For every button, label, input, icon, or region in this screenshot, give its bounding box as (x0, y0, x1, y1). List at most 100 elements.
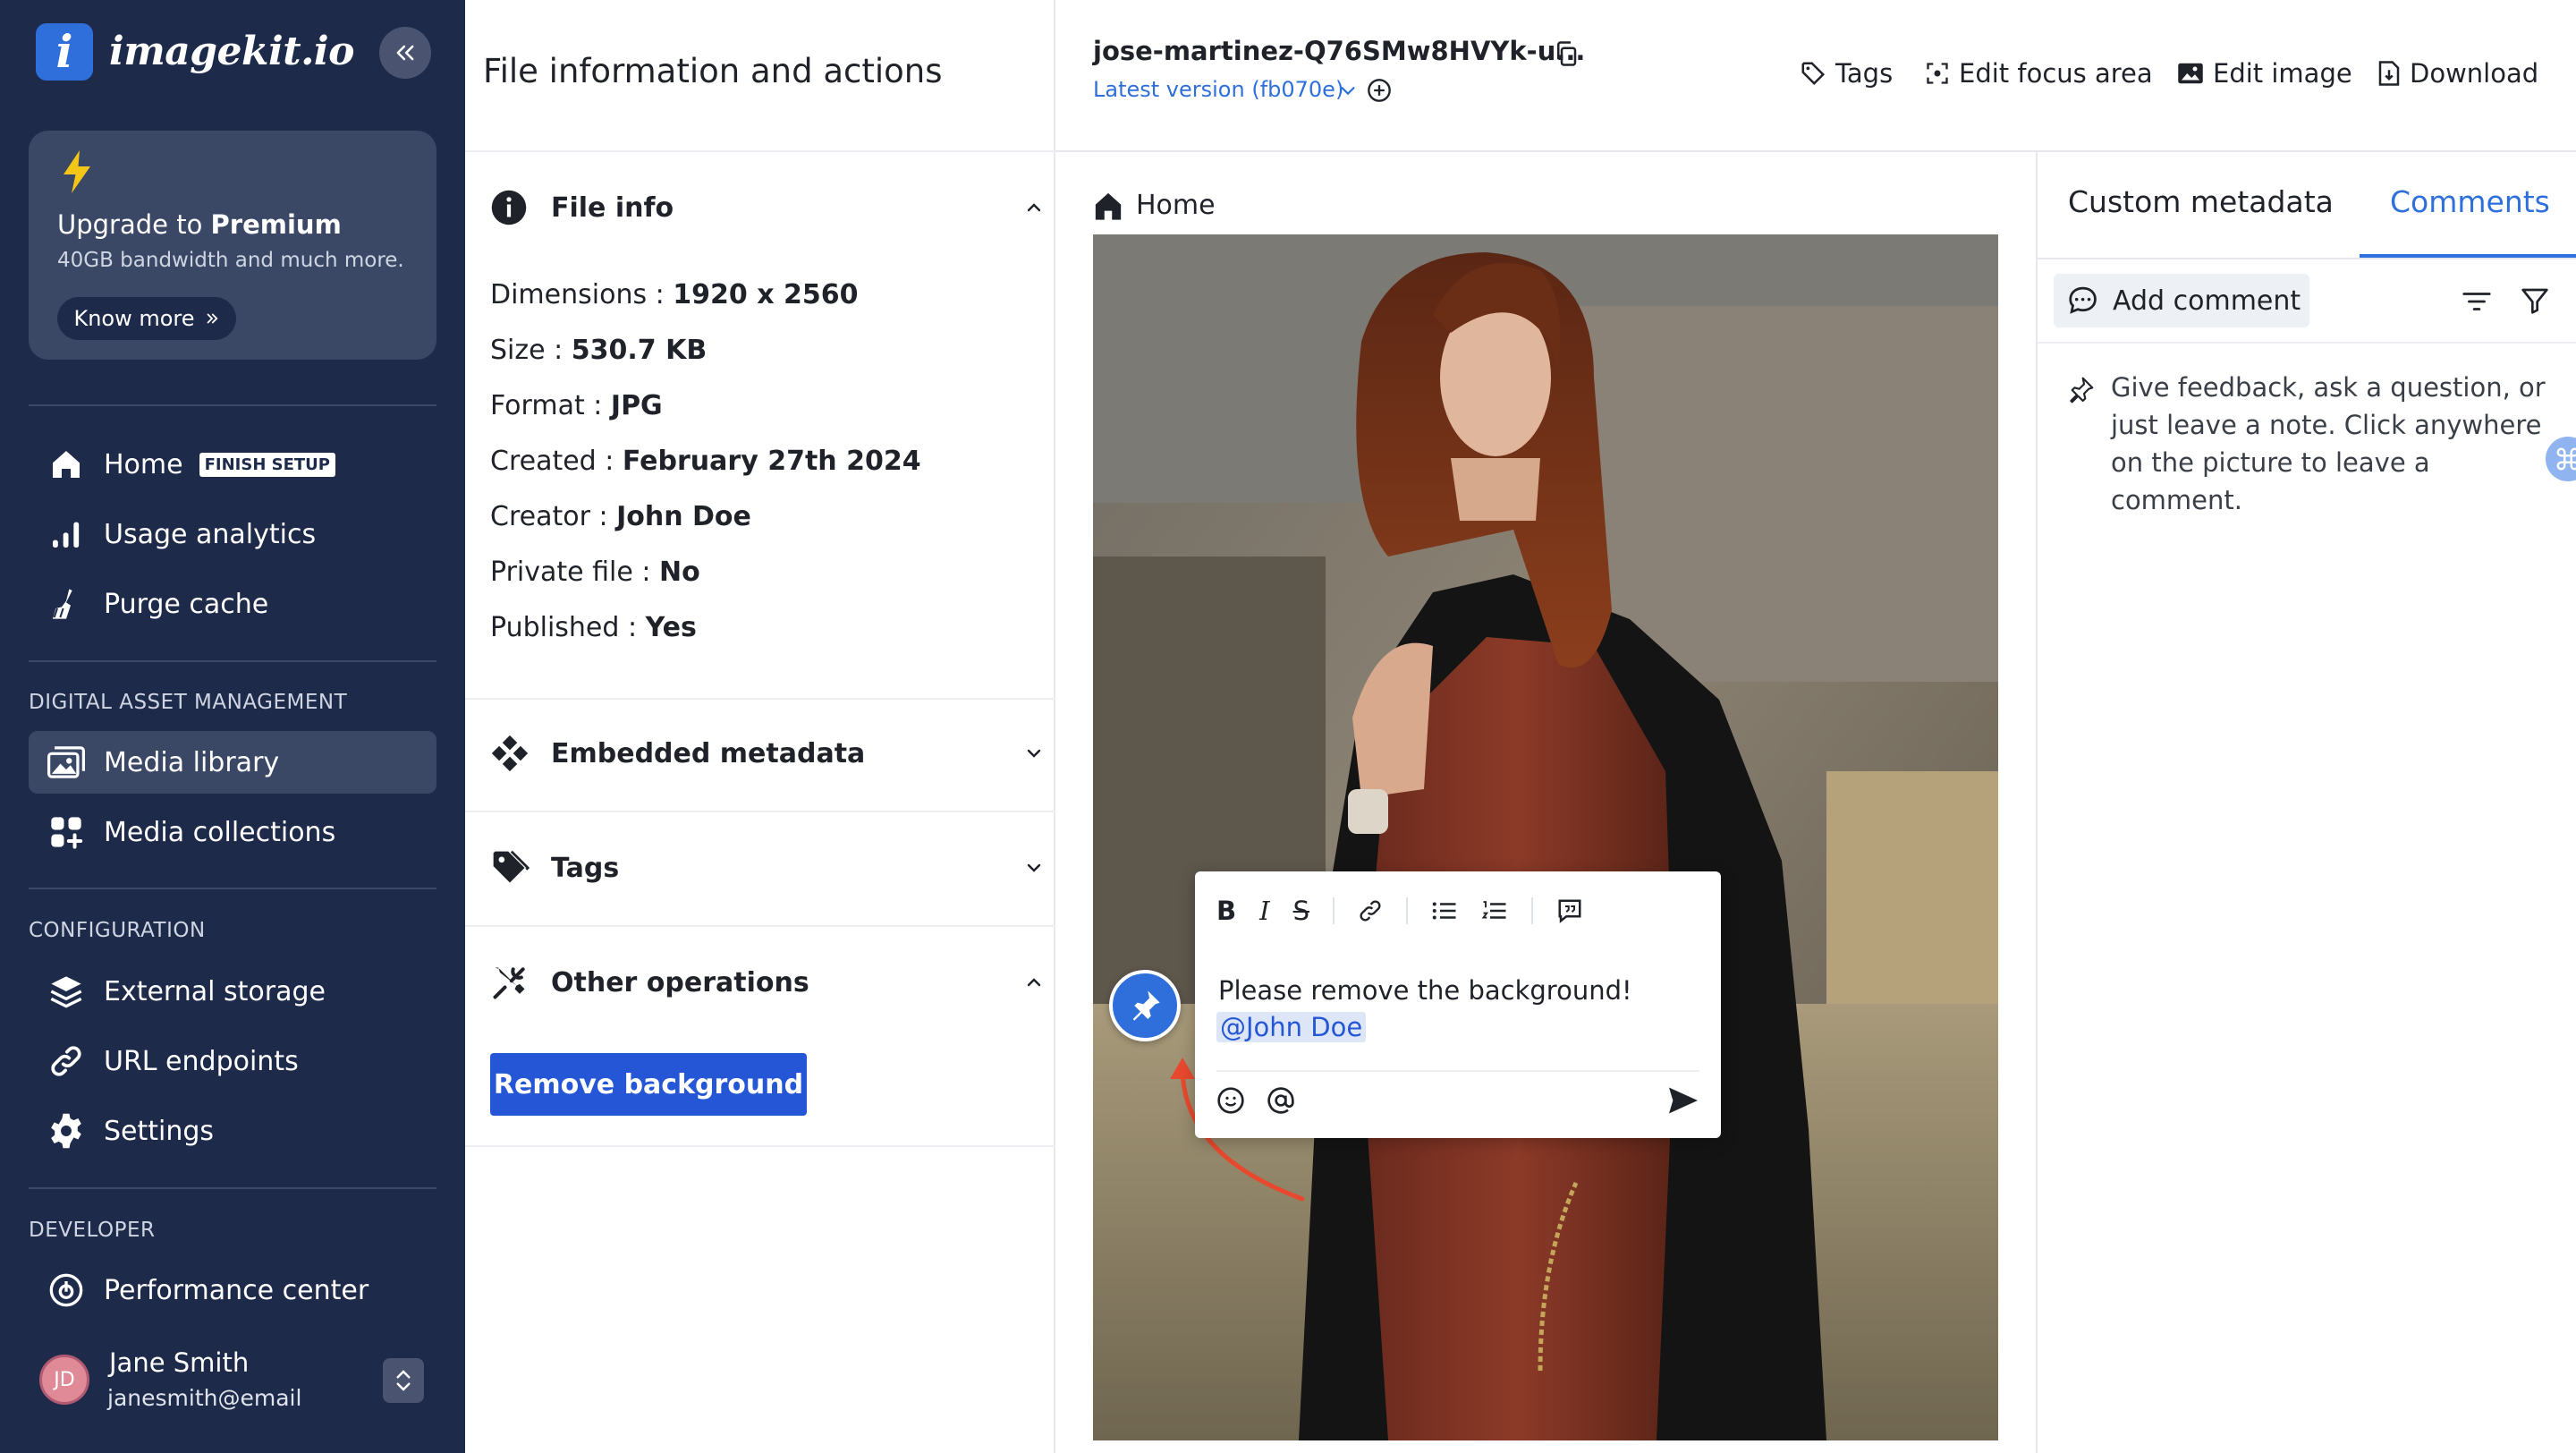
toolbar-divider (1333, 897, 1335, 924)
add-comment-button[interactable]: Add comment (2054, 274, 2309, 327)
image-stack-icon (29, 745, 104, 779)
mention-icon[interactable] (1267, 1086, 1295, 1115)
sidebar-item-settings[interactable]: Settings (29, 1100, 436, 1162)
pin-outline-icon (2070, 377, 2094, 404)
pin-icon (1132, 990, 1160, 1021)
copy-icon[interactable] (1553, 39, 1580, 68)
sidebar-divider (29, 404, 436, 406)
accordion-file-info[interactable]: File info (490, 181, 1045, 234)
sidebar-item-media-collections[interactable]: Media collections (29, 801, 436, 863)
preview-image[interactable] (1093, 234, 1998, 1440)
add-version-icon[interactable] (1367, 78, 1392, 103)
separator (465, 1145, 1055, 1147)
top-bar: jose-martinez-Q76SMw8HVYk-u... Latest ve… (1055, 0, 2576, 152)
edit-image-action[interactable]: Edit image (2177, 55, 2352, 91)
comment-icon (2069, 286, 2097, 314)
tag-icon (1801, 62, 1826, 86)
edit-focus-area-action[interactable]: Edit focus area (1925, 55, 2153, 91)
know-more-button[interactable]: Know more (57, 297, 236, 340)
sidebar-divider (29, 888, 436, 889)
accordion-label: File info (551, 191, 674, 224)
remove-background-button[interactable]: Remove background (490, 1053, 807, 1116)
user-menu-toggle[interactable] (383, 1358, 424, 1403)
sidebar-item-label: Performance center (104, 1274, 369, 1306)
separator (465, 698, 1055, 700)
logo-text[interactable]: imagekit.io (109, 25, 354, 79)
tags-action[interactable]: Tags (1800, 55, 1893, 91)
link-icon[interactable] (1358, 898, 1383, 923)
sidebar-item-label: Media collections (104, 816, 336, 848)
sort-icon[interactable] (2462, 288, 2492, 315)
sidebar-item-external-storage[interactable]: External storage (29, 960, 436, 1023)
image-icon (2178, 63, 2203, 84)
toolbar-divider (1406, 897, 1408, 924)
comment-editor: B I S Please remove the background! @Joh… (1195, 871, 1721, 1138)
upgrade-card: Upgrade to Premium 40GB bandwidth and mu… (29, 131, 436, 360)
sidebar-item-label: External storage (104, 975, 326, 1007)
numbered-list-icon[interactable] (1481, 898, 1508, 923)
action-label: Edit focus area (1959, 58, 2153, 89)
emoji-icon[interactable] (1216, 1086, 1245, 1115)
version-selector[interactable]: Latest version (fb070e) (1093, 77, 1343, 102)
info-created: Created : February 27th 2024 (490, 446, 921, 477)
info-icon (490, 189, 551, 226)
sidebar-item-label: Media library (104, 746, 280, 778)
bullet-list-icon[interactable] (1431, 898, 1458, 923)
file-info-panel: File information and actions File info D… (465, 0, 1055, 1453)
separator (1216, 1070, 1699, 1072)
send-icon[interactable] (1667, 1086, 1699, 1115)
layers-icon (29, 973, 104, 1009)
bold-icon[interactable]: B (1216, 896, 1236, 926)
italic-icon[interactable]: I (1259, 896, 1269, 926)
separator (465, 811, 1055, 812)
sidebar-item-usage-analytics[interactable]: Usage analytics (29, 503, 436, 565)
gear-icon (29, 1112, 104, 1150)
filter-icon[interactable] (2521, 286, 2549, 315)
link-icon (29, 1043, 104, 1079)
accordion-other-operations[interactable]: Other operations (490, 956, 1045, 1009)
logo-mark[interactable]: i (36, 23, 93, 81)
sidebar-item-media-library[interactable]: Media library (29, 731, 436, 794)
avatar[interactable]: JD (39, 1355, 89, 1405)
sidebar-item-performance-center[interactable]: Performance center (29, 1259, 436, 1321)
comment-text[interactable]: Please remove the background! (1218, 975, 1632, 1006)
double-chevron-right-icon (207, 313, 218, 324)
strikethrough-icon[interactable]: S (1293, 896, 1309, 926)
comment-pin[interactable] (1109, 970, 1181, 1041)
quote-icon[interactable] (1556, 897, 1583, 924)
command-icon (2556, 447, 2576, 471)
sidebar-item-home[interactable]: Home FINISH SETUP (29, 433, 436, 496)
broom-icon (29, 586, 104, 622)
user-name: Jane Smith (109, 1347, 250, 1378)
chevron-down-icon[interactable] (1338, 81, 1358, 100)
section-label-developer: DEVELOPER (29, 1219, 156, 1242)
sidebar-item-purge-cache[interactable]: Purge cache (29, 573, 436, 635)
info-creator: Creator : John Doe (490, 501, 751, 532)
sidebar-item-label: URL endpoints (104, 1045, 299, 1077)
accordion-label: Embedded metadata (551, 737, 866, 769)
tab-custom-metadata[interactable]: Custom metadata (2068, 184, 2334, 219)
tools-icon (490, 963, 551, 1002)
sidebar-item-url-endpoints[interactable]: URL endpoints (29, 1030, 436, 1092)
separator (465, 150, 1055, 152)
separator (465, 925, 1055, 927)
breadcrumb-home: Home (1136, 190, 1216, 221)
action-label: Download (2410, 58, 2539, 89)
separator (2038, 342, 2576, 344)
tab-comments[interactable]: Comments (2390, 184, 2550, 219)
collapse-sidebar-button[interactable] (379, 27, 431, 79)
download-action[interactable]: Download (2377, 55, 2538, 91)
breadcrumb[interactable]: Home (1093, 190, 1216, 221)
diamond-grid-icon (490, 734, 551, 773)
action-label: Edit image (2213, 58, 2352, 89)
know-more-label: Know more (73, 306, 195, 331)
accordion-embedded-metadata[interactable]: Embedded metadata (490, 726, 1045, 780)
sidebar-item-label: Home (104, 448, 183, 480)
editor-toolbar: B I S (1216, 893, 1583, 929)
file-name: jose-martinez-Q76SMw8HVYk-u... (1093, 36, 1586, 66)
bar-chart-icon (29, 516, 104, 552)
finish-setup-badge[interactable]: FINISH SETUP (199, 452, 335, 477)
mention-tag[interactable]: @John Doe (1216, 1012, 1367, 1042)
sidebar-divider (29, 1187, 436, 1189)
accordion-tags[interactable]: Tags (490, 841, 1045, 895)
